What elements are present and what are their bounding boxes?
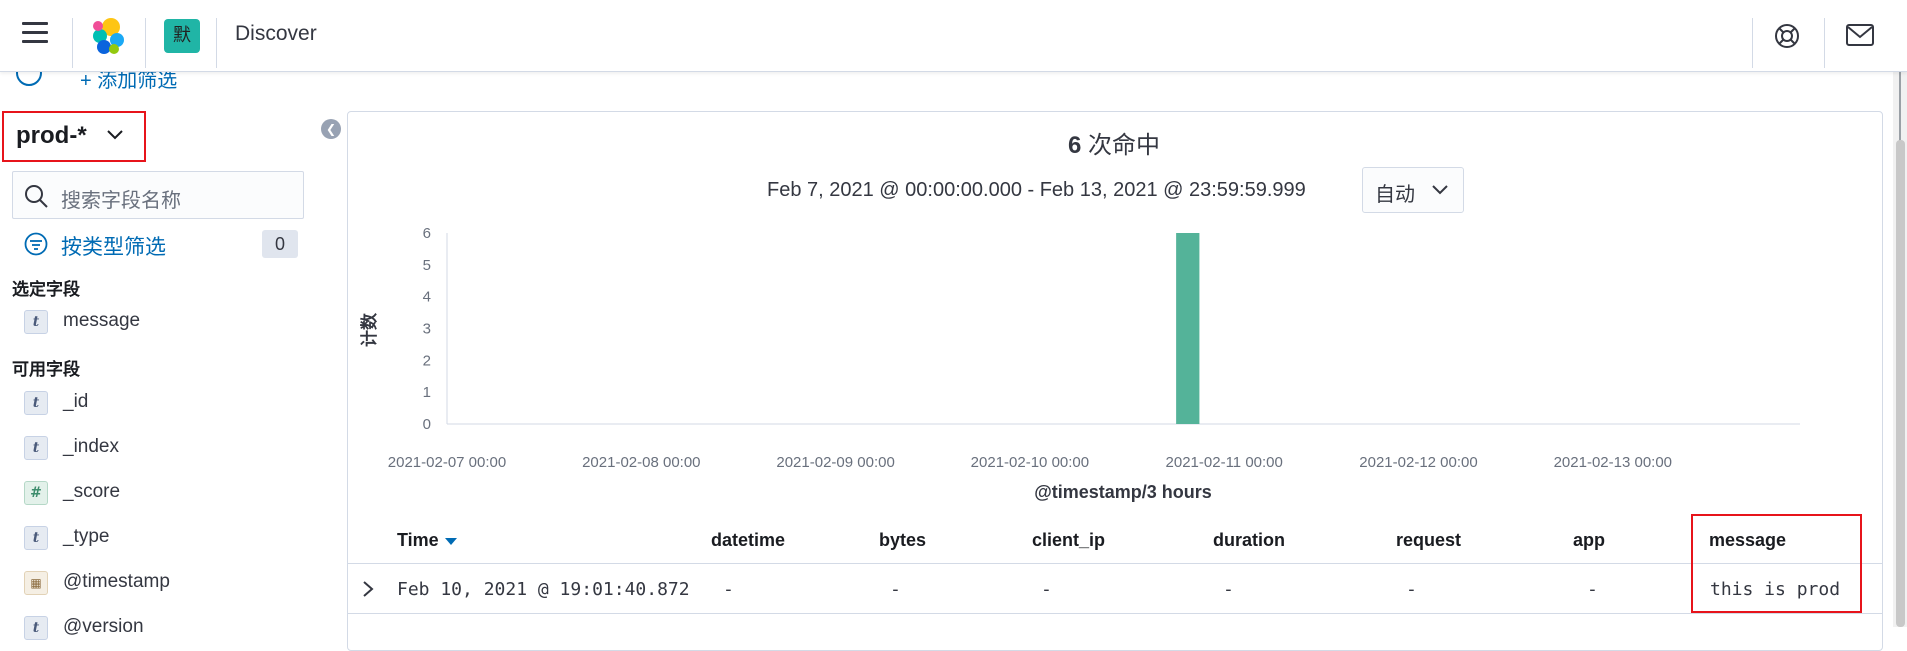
field-name: message	[63, 310, 141, 331]
chevron-down-icon	[1432, 185, 1448, 195]
field-name: _score	[63, 481, 121, 502]
field-item-index[interactable]: t _index	[24, 433, 314, 463]
hits-count: 6 次命中	[1068, 125, 1160, 160]
header-divider	[1752, 18, 1753, 68]
field-name: _id	[63, 391, 89, 412]
x-tick-label: 2021-02-12 00:00	[1359, 454, 1477, 471]
menu-hamburger-icon[interactable]	[22, 22, 48, 44]
field-name: @timestamp	[63, 571, 170, 592]
y-tick-label: 5	[423, 257, 431, 274]
field-name: @version	[63, 616, 144, 637]
column-header-time[interactable]: Time	[397, 530, 457, 551]
table-cell: -	[1587, 579, 1598, 600]
column-header-bytes[interactable]: bytes	[879, 530, 926, 551]
interval-select[interactable]: 自动	[1362, 167, 1464, 213]
chevron-down-icon	[107, 130, 123, 140]
field-item-timestamp[interactable]: ▦ @timestamp	[24, 568, 314, 598]
header-divider	[72, 18, 73, 68]
x-axis-title: @timestamp/3 hours	[1034, 482, 1212, 502]
y-tick-label: 0	[423, 416, 431, 433]
filter-by-type-label: 按类型筛选	[61, 236, 166, 259]
x-tick-label: 2021-02-08 00:00	[582, 454, 700, 471]
y-tick-label: 3	[423, 321, 431, 338]
y-tick-label: 6	[423, 225, 431, 242]
sort-desc-icon[interactable]	[444, 537, 457, 545]
calendar-type-icon: ▦	[24, 571, 48, 595]
x-tick-label: 2021-02-09 00:00	[776, 454, 894, 471]
table-row[interactable]: Feb 10, 2021 @ 19:01:40.872- - - - - - this is…	[347, 564, 1883, 614]
header-divider	[216, 18, 217, 68]
filter-count-badge: 0	[262, 230, 298, 258]
column-header-datetime[interactable]: datetime	[711, 530, 785, 551]
scrollbar-thumb[interactable]	[1896, 140, 1905, 627]
search-icon	[25, 185, 48, 208]
x-tick-label: 2021-02-13 00:00	[1554, 454, 1672, 471]
table-cell: -	[723, 579, 734, 600]
x-tick-label: 2021-02-11 00:00	[1166, 454, 1283, 471]
field-item-id[interactable]: t _id	[24, 388, 314, 418]
y-tick-label: 2	[423, 352, 431, 369]
table-cell: -	[1223, 579, 1234, 600]
string-type-icon: t	[24, 436, 48, 460]
top-header: 默 Discover	[0, 0, 1907, 72]
field-search-placeholder: 搜索字段名称	[61, 190, 181, 212]
field-item-type[interactable]: t _type	[24, 523, 314, 553]
available-fields-title: 可用字段	[12, 360, 80, 379]
column-header-request[interactable]: request	[1396, 530, 1461, 551]
string-type-icon: t	[24, 616, 48, 640]
hits-label: 次命中	[1088, 132, 1161, 159]
page-scrollbar[interactable]	[1893, 72, 1907, 627]
mail-icon[interactable]	[1846, 24, 1874, 46]
selected-field-message[interactable]: t message	[24, 307, 314, 337]
column-header-app[interactable]: app	[1573, 530, 1605, 551]
y-axis-title: 计数	[359, 312, 380, 347]
expand-row-icon[interactable]	[361, 580, 375, 598]
histogram-chart: 0 1 2 3 4 5 6 2021-02-07 00:00 2021-02-08 00:00 2…	[359, 225, 1800, 502]
x-tick-label: 2021-02-10 00:00	[971, 454, 1089, 471]
y-tick-label: 4	[423, 289, 431, 306]
filter-icon	[24, 232, 48, 256]
table-cell: -	[1041, 579, 1052, 600]
filter-by-type-button[interactable]: 按类型筛选 0	[24, 230, 304, 260]
column-header-duration[interactable]: duration	[1213, 530, 1285, 551]
scrollbar-track-edge	[1899, 72, 1901, 144]
field-item-version[interactable]: t @version	[24, 613, 314, 643]
page-title: Discover	[235, 22, 317, 45]
string-type-icon: t	[24, 391, 48, 415]
index-pattern-name: prod-*	[16, 122, 87, 149]
table-cell: Feb 10, 2021 @ 19:01:40.872	[397, 579, 690, 600]
y-tick-label: 1	[423, 384, 431, 401]
header-divider	[1824, 18, 1825, 68]
field-search-input[interactable]: 搜索字段名称	[12, 171, 304, 219]
field-item-score[interactable]: # _score	[24, 478, 314, 508]
string-type-icon: t	[24, 526, 48, 550]
hits-number: 6	[1068, 132, 1082, 159]
message-column-highlight	[1691, 514, 1862, 613]
table-header: Time datetime bytes client_ip duration reques…	[347, 520, 1883, 564]
number-type-icon: #	[24, 481, 48, 505]
table-cell: -	[890, 579, 901, 600]
collapse-sidebar-icon[interactable]: ❮	[321, 119, 341, 139]
elastic-logo[interactable]	[88, 16, 128, 56]
histogram-bar	[1176, 233, 1200, 424]
table-cell: -	[1406, 579, 1417, 600]
string-type-icon: t	[24, 310, 48, 334]
column-header-client_ip[interactable]: client_ip	[1032, 530, 1105, 551]
time-range-text: Feb 7, 2021 @ 00:00:00.000 - Feb 13, 202…	[767, 179, 1306, 201]
field-name: _type	[63, 526, 110, 547]
help-icon[interactable]	[1774, 23, 1800, 49]
header-divider	[145, 18, 146, 68]
x-tick-label: 2021-02-07 00:00	[388, 454, 506, 471]
field-name: _index	[63, 436, 119, 457]
selected-fields-title: 选定字段	[12, 280, 80, 299]
index-pattern-selector[interactable]: prod-*	[2, 111, 146, 162]
space-avatar[interactable]: 默	[164, 19, 200, 53]
interval-value: 自动	[1375, 184, 1415, 206]
